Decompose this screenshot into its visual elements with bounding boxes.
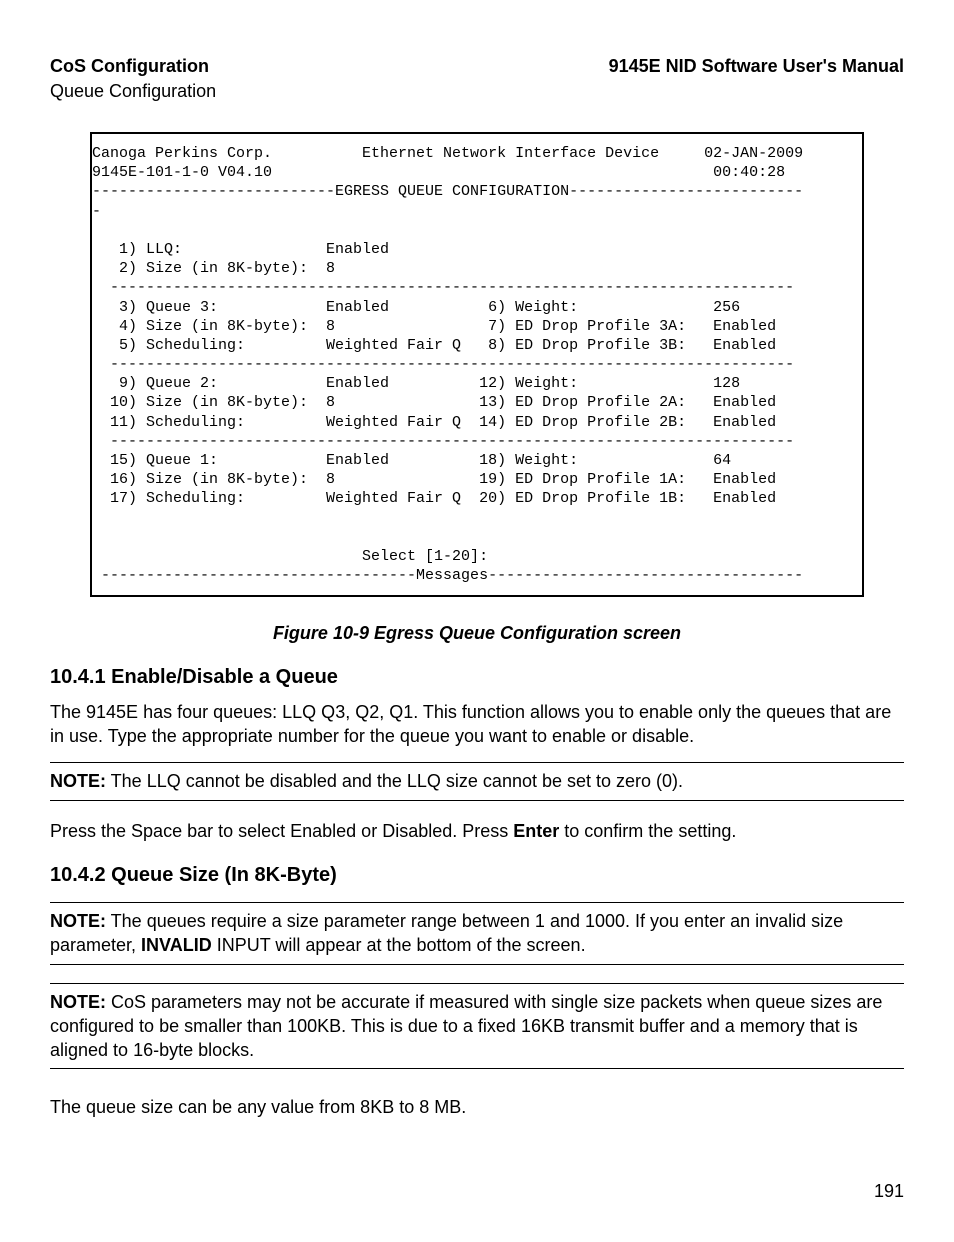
note-block: NOTE: The queues require a size paramete… [50, 902, 904, 965]
section-heading-queue-size: 10.4.2 Queue Size (In 8K-Byte) [50, 863, 904, 888]
note-body: INPUT will appear at the bottom of the s… [212, 935, 586, 955]
terminal-line: ----------------------------------------… [92, 432, 862, 451]
note-rule [50, 1068, 904, 1069]
terminal-line: 16) Size (in 8K-byte): 8 19) ED Drop Pro… [92, 470, 862, 489]
note-rule [50, 964, 904, 965]
page-number: 191 [50, 1180, 904, 1203]
note-rule [50, 800, 904, 801]
note-label: NOTE: [50, 992, 106, 1012]
section-heading-enable-disable: 10.4.1 Enable/Disable a Queue [50, 665, 904, 690]
terminal-line: 2) Size (in 8K-byte): 8 [92, 259, 862, 278]
text-run: Press the Space bar to select Enabled or… [50, 821, 513, 841]
note-rule [50, 762, 904, 763]
terminal-screenshot: Canoga Perkins Corp. Ethernet Network In… [90, 132, 864, 597]
note-label: NOTE: [50, 771, 106, 791]
note-rule [50, 902, 904, 903]
terminal-line: 17) Scheduling: Weighted Fair Q 20) ED D… [92, 489, 862, 508]
terminal-line [92, 221, 862, 240]
terminal-line: 9145E-101-1-0 V04.10 00:40:28 [92, 163, 862, 182]
figure-caption: Figure 10-9 Egress Queue Configuration s… [50, 622, 904, 645]
terminal-line: Select [1-20]: [92, 547, 862, 566]
note-text: NOTE: CoS parameters may not be accurate… [50, 990, 904, 1063]
terminal-line: 3) Queue 3: Enabled 6) Weight: 256 [92, 298, 862, 317]
terminal-line: ----------------------------------------… [92, 278, 862, 297]
terminal-line: 1) LLQ: Enabled [92, 240, 862, 259]
terminal-line: 4) Size (in 8K-byte): 8 7) ED Drop Profi… [92, 317, 862, 336]
header-sub: Queue Configuration [50, 80, 904, 103]
terminal-line: Canoga Perkins Corp. Ethernet Network In… [92, 144, 862, 163]
note-block: NOTE: The LLQ cannot be disabled and the… [50, 762, 904, 800]
body-paragraph: The 9145E has four queues: LLQ Q3, Q2, Q… [50, 700, 904, 749]
header-right: 9145E NID Software User's Manual [609, 55, 904, 78]
terminal-line: 10) Size (in 8K-byte): 8 13) ED Drop Pro… [92, 393, 862, 412]
terminal-line: 9) Queue 2: Enabled 12) Weight: 128 [92, 374, 862, 393]
note-block: NOTE: CoS parameters may not be accurate… [50, 983, 904, 1070]
terminal-line [92, 509, 862, 528]
terminal-line: - [92, 202, 862, 221]
note-text: NOTE: The LLQ cannot be disabled and the… [50, 769, 904, 793]
terminal-line: ----------------------------------------… [92, 355, 862, 374]
header-left: CoS Configuration [50, 55, 209, 78]
note-text: NOTE: The queues require a size paramete… [50, 909, 904, 958]
text-bold: INVALID [141, 935, 212, 955]
terminal-line [92, 528, 862, 547]
body-paragraph: The queue size can be any value from 8KB… [50, 1095, 904, 1119]
terminal-line: 5) Scheduling: Weighted Fair Q 8) ED Dro… [92, 336, 862, 355]
note-label: NOTE: [50, 911, 106, 931]
note-body: The LLQ cannot be disabled and the LLQ s… [106, 771, 683, 791]
text-bold: Enter [513, 821, 559, 841]
note-body: CoS parameters may not be accurate if me… [50, 992, 882, 1061]
text-run: to confirm the setting. [559, 821, 736, 841]
body-paragraph: Press the Space bar to select Enabled or… [50, 819, 904, 843]
terminal-line: 15) Queue 1: Enabled 18) Weight: 64 [92, 451, 862, 470]
terminal-line: ---------------------------EGRESS QUEUE … [92, 182, 862, 201]
terminal-line: -----------------------------------Messa… [92, 566, 862, 585]
page-header: CoS Configuration 9145E NID Software Use… [50, 55, 904, 78]
terminal-line: 11) Scheduling: Weighted Fair Q 14) ED D… [92, 413, 862, 432]
note-rule [50, 983, 904, 984]
